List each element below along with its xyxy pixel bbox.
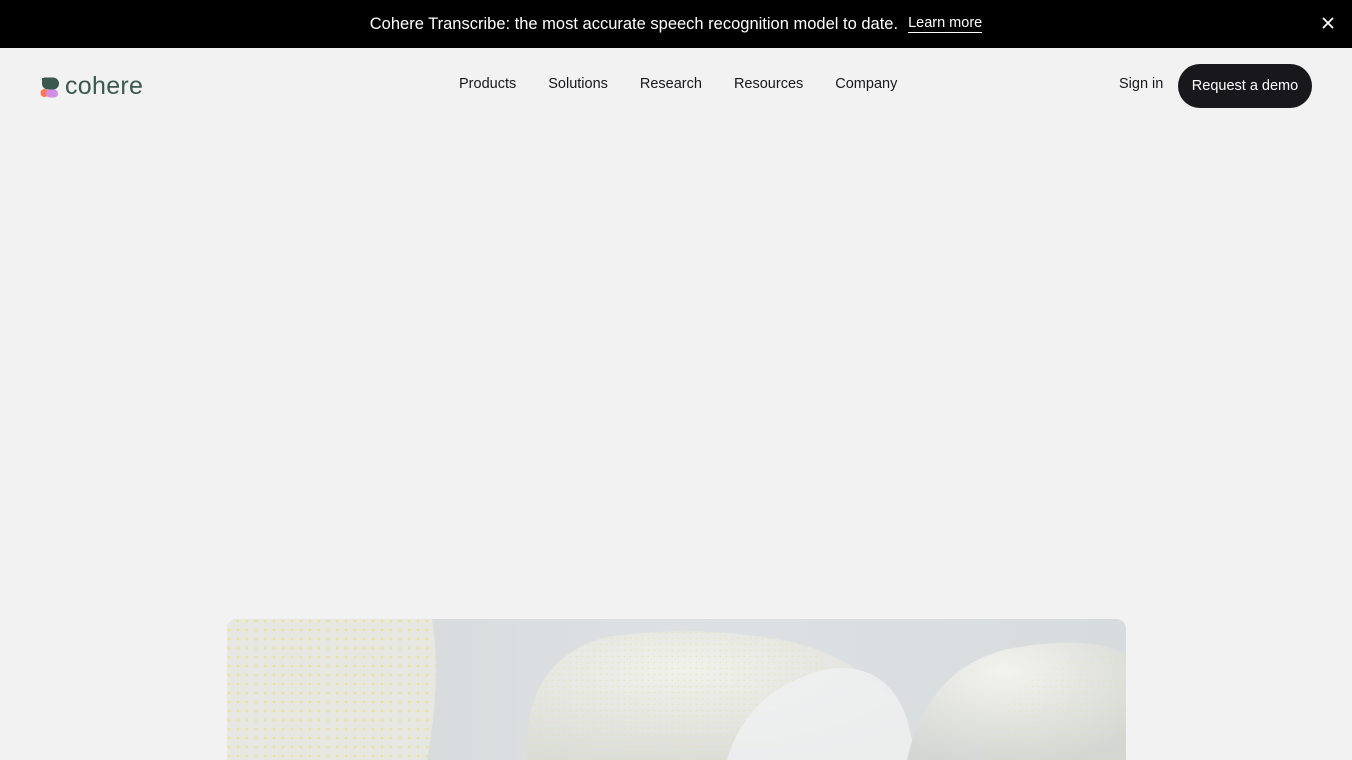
cohere-logo[interactable]: cohere [40, 74, 143, 99]
close-icon[interactable] [1318, 13, 1338, 33]
cohere-logo-icon [40, 76, 62, 98]
learn-more-link[interactable]: Learn more [908, 15, 983, 33]
announcement-bar: Cohere Transcribe: the most accurate spe… [0, 0, 1352, 48]
announcement-message: Cohere Transcribe: the most accurate spe… [369, 14, 899, 33]
abstract-3d-shapes-image [227, 619, 1126, 760]
site-header: cohere Products Solutions Research Resou… [0, 48, 1352, 124]
request-demo-button[interactable]: Request a demo [1178, 64, 1312, 108]
nav-solutions[interactable]: Solutions [548, 76, 608, 92]
main-nav: Products Solutions Research Resources Co… [459, 76, 897, 92]
nav-company[interactable]: Company [835, 76, 897, 92]
nav-resources[interactable]: Resources [734, 76, 803, 92]
sign-in-link[interactable]: Sign in [1119, 76, 1163, 92]
nav-products[interactable]: Products [459, 76, 516, 92]
nav-research[interactable]: Research [640, 76, 702, 92]
hero-image [227, 619, 1126, 760]
logo-wordmark: cohere [65, 72, 144, 100]
